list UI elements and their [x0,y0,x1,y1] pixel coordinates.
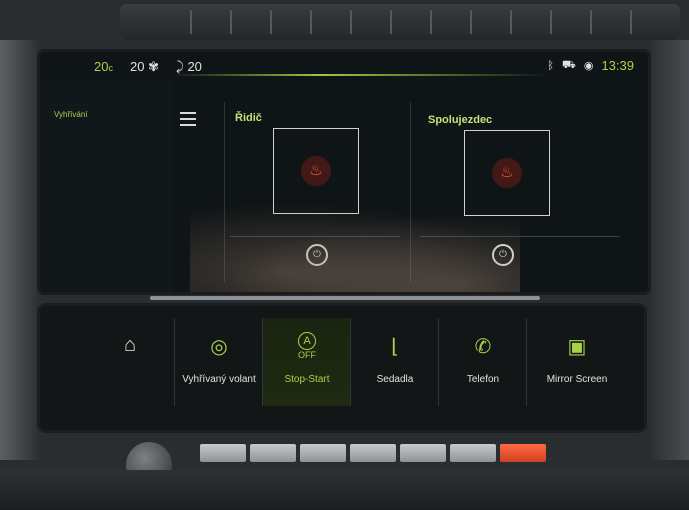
status-divider [170,74,550,76]
phone-label: Telefon [466,374,500,385]
dashboard-right [649,40,689,460]
status-right: ᛒ ⛟ ◉ 13:39 [547,58,634,73]
hardware-button[interactable] [350,444,396,462]
mirror-screen-label: Mirror Screen [546,374,608,385]
stop-start-label: Stop-Start [284,374,330,385]
fan-icon: ✾ [148,59,159,74]
phone-icon: ✆ [474,336,492,358]
hardware-button[interactable] [400,444,446,462]
status-bar: 20c 20 ✾ ⤸ 20 ᛒ ⛟ ◉ 13:39 [40,52,648,80]
clock: 13:39 [601,58,634,73]
temp-left-unit: c [108,63,113,73]
mirror-screen-button[interactable]: ▣ Mirror Screen [526,318,627,406]
home-icon: ⌂ [123,334,137,356]
driver-title: Řidič [235,112,262,124]
seat-heat-icon: ♨ [301,156,331,186]
heated-steering-button[interactable]: ◎ Vyhřívaný volant [174,318,263,406]
seats-button[interactable]: ⌊ Sedadla [350,318,439,406]
temp-left-value: 20 [94,59,109,74]
nav-divider [224,102,225,282]
seat-airflow-icon: ⤸ [176,59,184,74]
screen-trim [150,296,540,300]
phone-button[interactable]: ✆ Telefon [438,318,527,406]
panel-divider [410,102,411,282]
seat-heat-icon: ♨ [492,158,522,188]
shortcut-bar: ⌂ ◎ Vyhřívaný volant A OFF Stop-Start ⌊ … [40,306,644,430]
dashboard-left [0,40,40,460]
seats-label: Sedadla [376,374,414,385]
home-button[interactable]: ⌂ [86,318,174,406]
hardware-button[interactable] [250,444,296,462]
passenger-power-button[interactable]: ⏻ [492,244,514,266]
car-icon: ⛟ [562,58,576,71]
hardware-button[interactable] [450,444,496,462]
menu-icon[interactable] [180,112,196,126]
air-vent [120,4,680,40]
driver-power-button[interactable]: ⏻ [306,244,328,266]
shortcut-row: ⌂ ◎ Vyhřívaný volant A OFF Stop-Start ⌊ … [86,318,641,406]
phone-signal-icon: ◉ [583,60,594,72]
steering-heat-icon: ◎ [210,336,228,358]
fan-temp-value: 20 [130,59,145,74]
passenger-divider [420,236,620,237]
temp-left[interactable]: 20c [94,59,113,74]
left-nav: Vyhřívání [40,80,172,292]
section-title: Vyhřívání [54,110,88,119]
infotainment-screen: 20c 20 ✾ ⤸ 20 ᛒ ⛟ ◉ 13:39 Vyhřívání Řidi… [40,52,648,292]
hardware-button[interactable] [300,444,346,462]
auto-off-icon-letter: A [298,332,316,350]
bluetooth-icon: ᛒ [547,59,554,72]
seat-temp-value: 20 [187,59,202,74]
stop-start-button[interactable]: A OFF Stop-Start [262,318,351,406]
driver-divider [230,236,400,237]
mirror-screen-icon: ▣ [567,336,587,358]
hardware-button[interactable] [200,444,246,462]
passenger-title: Spolujezdec [428,114,493,126]
heated-steering-label: Vyhřívaný volant [182,374,256,385]
passenger-seat-heat-button[interactable]: ♨ [464,130,550,216]
seat-icon: ⌊ [391,336,399,358]
seat-temp[interactable]: ⤸ 20 [176,59,202,75]
driver-seat-heat-button[interactable]: ♨ [273,128,359,214]
auto-off-icon: A OFF [263,332,351,360]
fan-temp[interactable]: 20 ✾ [130,59,159,75]
hazard-button[interactable] [500,444,546,462]
console-floor [0,470,689,510]
auto-off-icon-status: OFF [298,350,316,360]
